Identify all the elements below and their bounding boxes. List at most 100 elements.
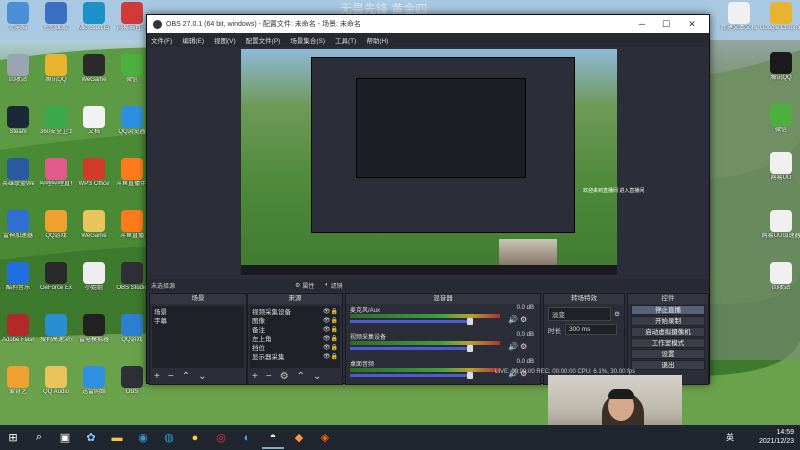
menu-item[interactable]: 工具(T) xyxy=(335,35,356,45)
visibility-eye-icon[interactable]: 👁 xyxy=(323,335,331,344)
game-taskbar-icon[interactable]: ◈ xyxy=(314,427,336,449)
widget-icon[interactable]: ✿ xyxy=(80,427,102,449)
visibility-eye-icon[interactable]: 👁 xyxy=(323,344,331,353)
filters-button[interactable]: ◐ 滤镜 xyxy=(325,280,343,290)
properties-button[interactable]: ⚙ 属性 xyxy=(295,280,314,290)
desktop-icon[interactable]: 迅雷网络 xyxy=(78,366,110,396)
desktop-icon[interactable]: 腾讯QQ xyxy=(759,52,800,82)
control-button[interactable]: 设置 xyxy=(631,349,705,359)
transition-select[interactable]: 淡变 xyxy=(548,307,612,321)
desktop-icon[interactable]: Microsoft Edge xyxy=(78,2,110,32)
control-button[interactable]: 停止直播 xyxy=(631,305,705,315)
desktop-icon[interactable]: 回收站 xyxy=(759,262,800,292)
desktop-icon[interactable]: QQ游戏 xyxy=(116,314,148,344)
move-up-icon[interactable]: ⌃ xyxy=(182,371,190,382)
desktop-icon[interactable]: 360安全卫士 xyxy=(40,106,72,136)
gear-icon[interactable]: ⚙ xyxy=(520,315,527,324)
search-icon[interactable]: ⌕ xyxy=(28,427,50,449)
lock-icon[interactable]: 🔒 xyxy=(331,308,338,317)
scene-item[interactable]: 字幕 xyxy=(154,317,242,326)
control-button[interactable]: 开始录制 xyxy=(631,316,705,326)
desktop-icon[interactable]: 腾讯QQ xyxy=(40,54,72,84)
lock-icon[interactable]: 🔒 xyxy=(331,317,338,326)
edge-taskbar-icon[interactable]: ◉ xyxy=(132,427,154,449)
remove-icon[interactable]: − xyxy=(168,371,174,382)
desktop-icon[interactable]: 雷电模拟器 xyxy=(78,314,110,344)
desktop-icon[interactable]: 搜狗高速浏览器 xyxy=(40,314,72,344)
desktop-icon[interactable]: GeForce Experience xyxy=(40,262,72,292)
menu-item[interactable]: 帮助(H) xyxy=(366,35,388,45)
obs-taskbar-icon[interactable]: ◓ xyxy=(262,427,284,449)
desktop-icon[interactable]: 哔哩哔哩直播姬 xyxy=(40,158,72,188)
desktop-icon[interactable]: 雷神加速器 xyxy=(2,210,34,240)
desktop-icon[interactable]: WeGame xyxy=(78,54,110,84)
desktop-icon[interactable]: 新建文本文档 xyxy=(717,2,761,32)
desktop-icon[interactable]: 网易UU xyxy=(759,152,800,182)
visibility-eye-icon[interactable]: 👁 xyxy=(323,317,331,326)
desktop-icon[interactable]: 微信 xyxy=(759,104,800,134)
gear-icon[interactable]: ⚙ xyxy=(520,342,527,351)
desktop-icon[interactable]: OBS xyxy=(116,366,148,396)
obs-titlebar[interactable]: OBS 27.0.1 (64 bit, windows) - 配置文件: 未命名… xyxy=(147,15,709,33)
settings-icon[interactable]: ⚙ xyxy=(280,371,289,382)
move-down-icon[interactable]: ⌄ xyxy=(313,371,321,382)
add-icon[interactable]: + xyxy=(252,371,258,382)
source-item[interactable]: 左上角 👁 🔒 xyxy=(252,335,338,344)
chrome-taskbar-icon[interactable]: ● xyxy=(184,427,206,449)
desktop-icon[interactable]: QQ浏览器 xyxy=(116,106,148,136)
desktop-icon[interactable]: WeGame xyxy=(78,210,110,240)
lock-icon[interactable]: 🔒 xyxy=(331,335,338,344)
visibility-eye-icon[interactable]: 👁 xyxy=(323,308,331,317)
desktop-icon[interactable]: QQ Audio xyxy=(40,366,72,396)
fader-knob[interactable] xyxy=(467,318,473,325)
duration-input[interactable]: 300 ms xyxy=(565,324,617,335)
desktop-icon[interactable]: 网易UU加速器 xyxy=(759,210,800,240)
menu-item[interactable]: 场景集合(S) xyxy=(290,35,325,45)
menu-item[interactable]: 编辑(E) xyxy=(182,35,204,45)
desktop-icon[interactable]: 斗鱼直播伴侣 xyxy=(116,158,148,188)
fader-knob[interactable] xyxy=(467,345,473,352)
remove-icon[interactable]: − xyxy=(266,371,272,382)
app-taskbar-icon[interactable]: ◆ xyxy=(288,427,310,449)
control-button[interactable]: 启动虚拟摄像机 xyxy=(631,327,705,337)
desktop-icon[interactable]: Google Chrome xyxy=(759,2,800,32)
desktop-icon[interactable]: WPS Office xyxy=(78,158,110,188)
start-icon[interactable]: ⊞ xyxy=(2,427,24,449)
speaker-icon[interactable]: 🔊 xyxy=(508,315,518,324)
volume-fader[interactable] xyxy=(350,347,470,350)
volume-fader[interactable] xyxy=(350,320,470,323)
menu-item[interactable]: 视图(V) xyxy=(214,35,236,45)
desktop-icon[interactable]: 斗鱼直播 xyxy=(116,210,148,240)
clock[interactable]: 14:59 2021/12/23 xyxy=(759,428,794,446)
source-item[interactable]: 显示器采集 👁 🔒 xyxy=(252,353,338,362)
desktop-icon[interactable]: Steam xyxy=(2,106,34,136)
desktop-icon[interactable]: 控制面板 xyxy=(40,2,72,32)
minimize-icon[interactable]: ─ xyxy=(631,15,653,33)
desktop-icon[interactable]: OBS Studio xyxy=(116,262,148,292)
gear-icon[interactable]: ⚙ xyxy=(614,310,620,318)
move-down-icon[interactable]: ⌄ xyxy=(198,371,206,382)
maximize-icon[interactable]: ☐ xyxy=(655,15,677,33)
file-explorer-icon[interactable]: ▬ xyxy=(106,427,128,449)
desktop-icon[interactable]: Adobe Flash xyxy=(2,314,34,344)
menu-item[interactable]: 文件(F) xyxy=(151,35,172,45)
visibility-eye-icon[interactable]: 👁 xyxy=(323,326,331,335)
desktop-icon[interactable]: 回收站 xyxy=(2,54,34,84)
move-up-icon[interactable]: ⌃ xyxy=(297,371,305,382)
desktop-icon[interactable]: 网易云音乐 xyxy=(116,2,148,32)
edge2-taskbar-icon[interactable]: ◐ xyxy=(236,427,258,449)
desktop-icon[interactable]: 爱奇艺 xyxy=(2,366,34,396)
control-button[interactable]: 退出 xyxy=(631,360,705,370)
source-item[interactable]: 备注 👁 🔒 xyxy=(252,326,338,335)
task-view-icon[interactable]: ▣ xyxy=(54,427,76,449)
source-item[interactable]: 视频采集设备 👁 🔒 xyxy=(252,308,338,317)
speaker-icon[interactable]: 🔊 xyxy=(508,342,518,351)
close-icon[interactable]: ✕ xyxy=(681,15,703,33)
source-item[interactable]: 图像 👁 🔒 xyxy=(252,317,338,326)
fader-knob[interactable] xyxy=(467,372,473,379)
source-item[interactable]: 挡位 👁 🔒 xyxy=(252,344,338,353)
control-button[interactable]: 工作室模式 xyxy=(631,338,705,348)
netease-taskbar-icon[interactable]: ◎ xyxy=(210,427,232,449)
scene-item[interactable]: 场景 xyxy=(154,308,242,317)
lock-icon[interactable]: 🔒 xyxy=(331,344,338,353)
